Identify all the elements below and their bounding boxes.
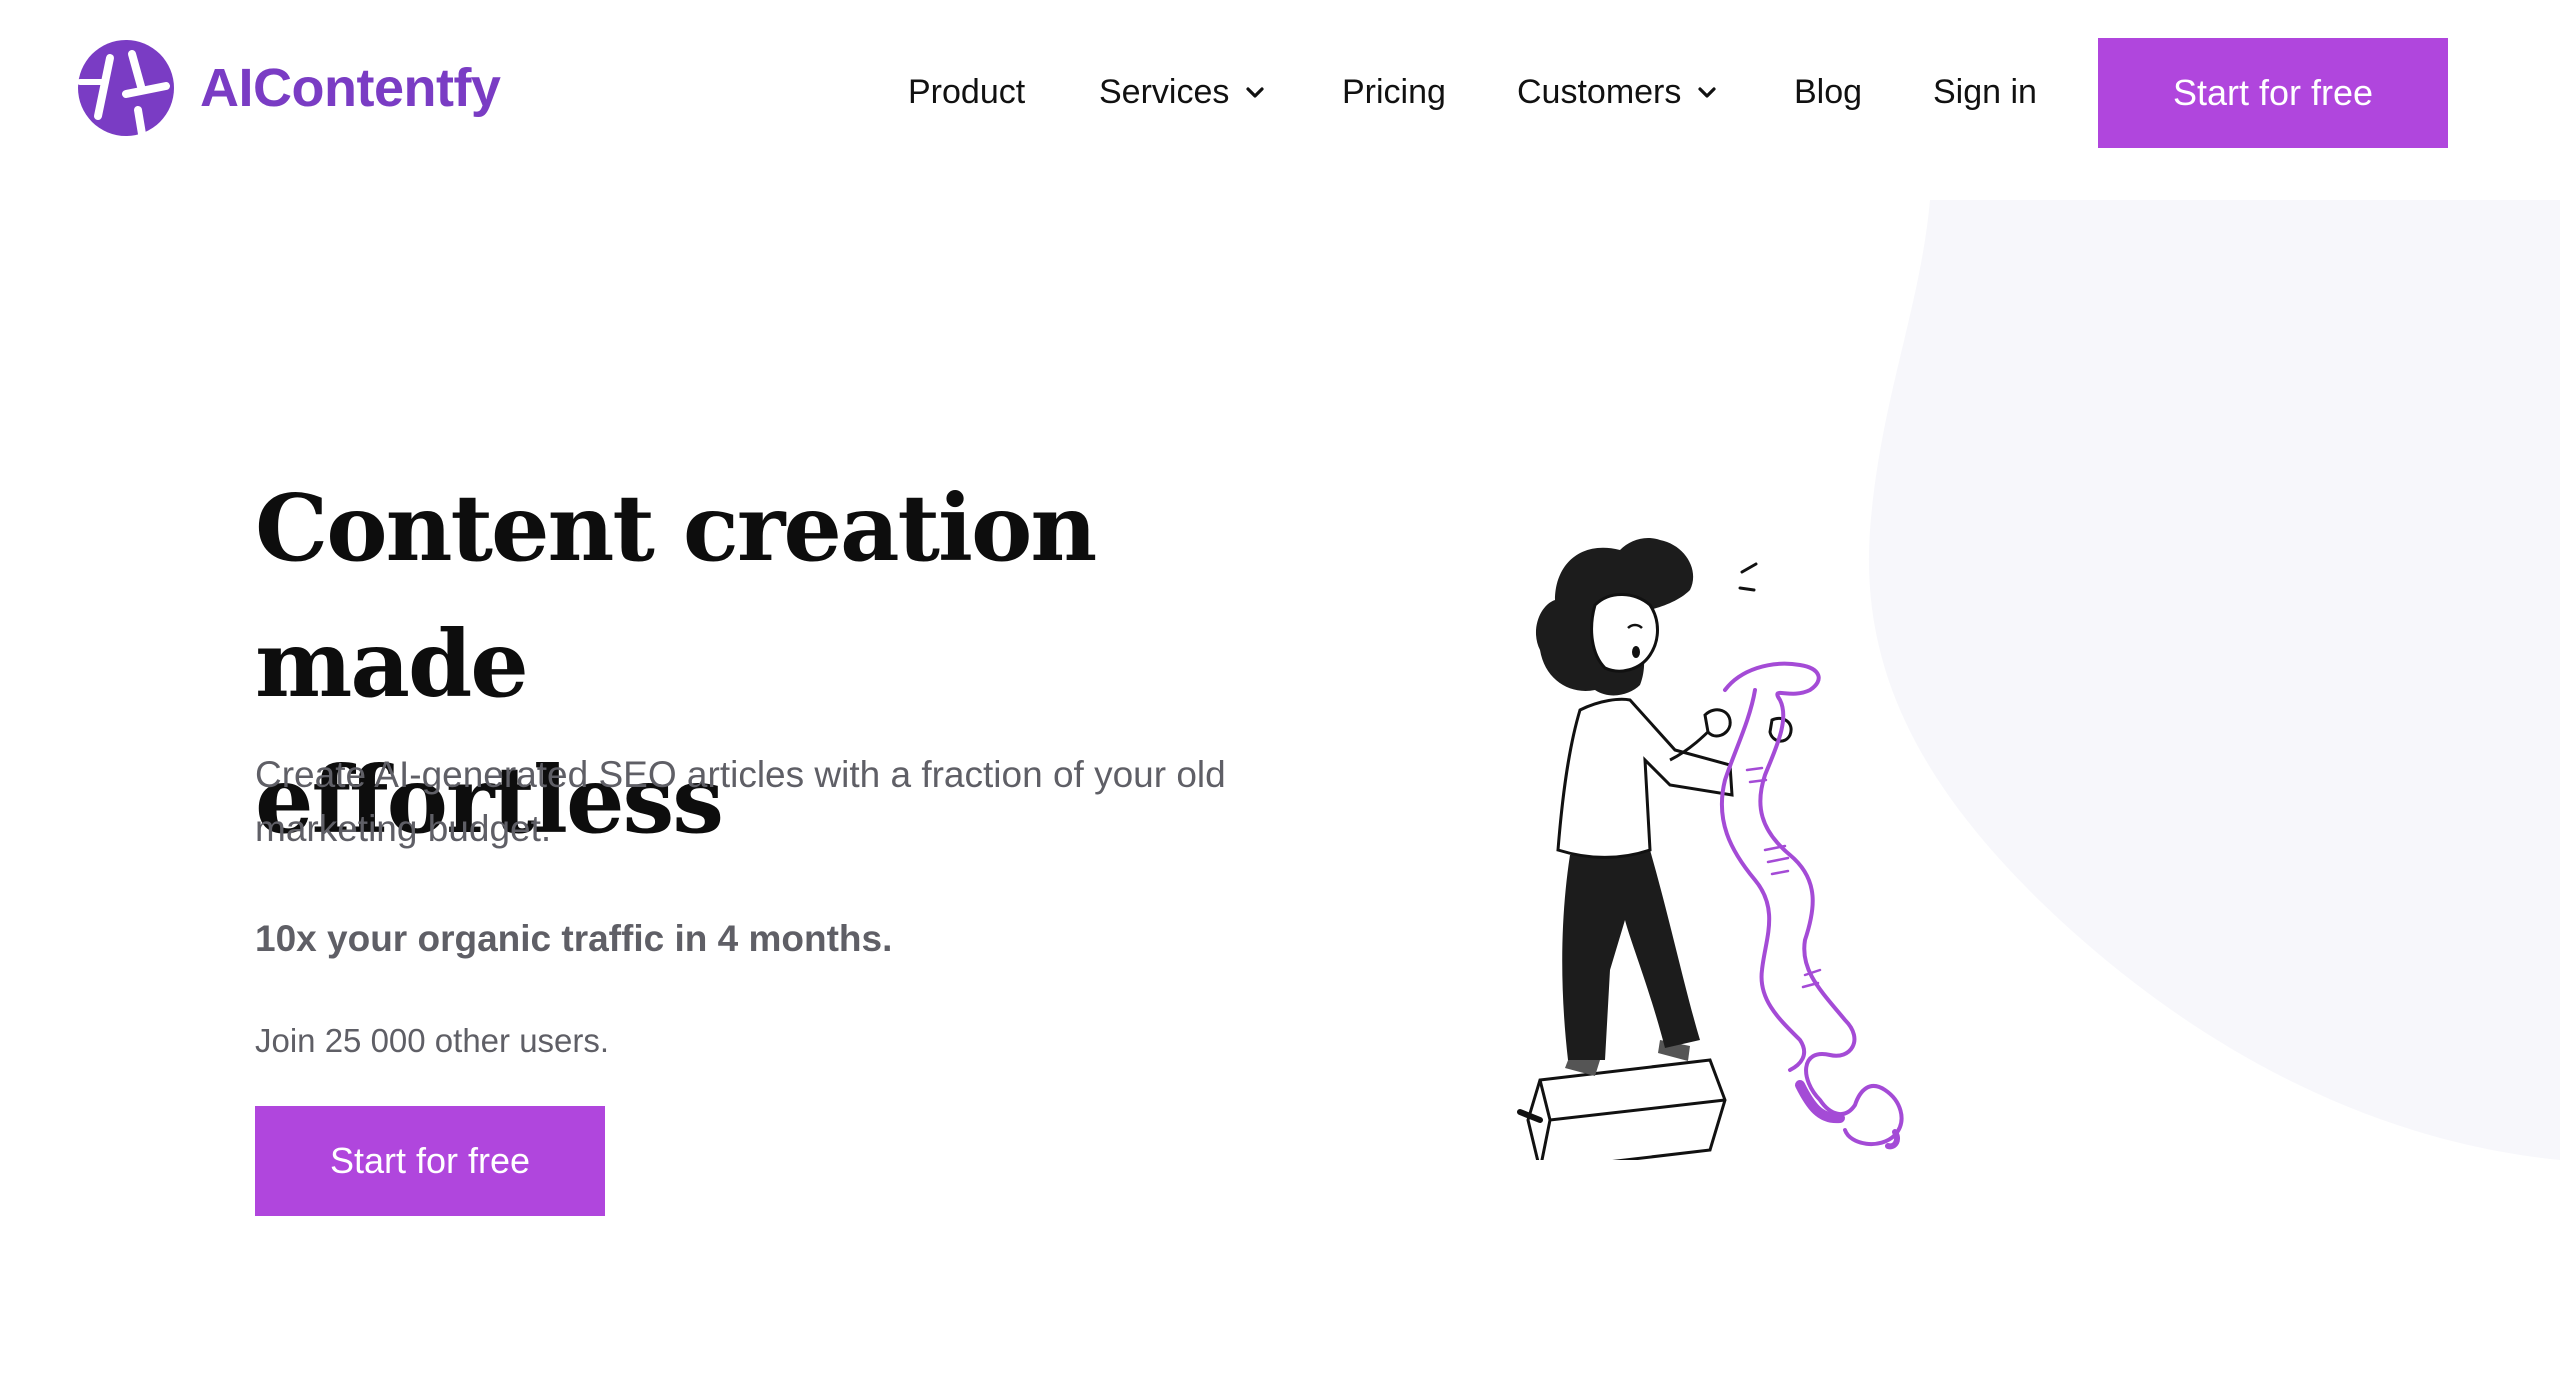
woman-reading-scroll-illustration	[1517, 538, 1904, 1160]
hero-start-free-button[interactable]: Start for free	[255, 1106, 605, 1216]
nav-item-customers[interactable]: Customers	[1517, 60, 1719, 124]
logo-link[interactable]: AIContentfy	[76, 38, 501, 138]
nav-item-label: Services	[1099, 72, 1230, 111]
nav-item-sign-in[interactable]: Sign in	[1933, 60, 2037, 124]
nav-item-product[interactable]: Product	[908, 60, 1025, 124]
brand-name: AIContentfy	[200, 58, 501, 118]
nav-item-blog[interactable]: Blog	[1794, 60, 1862, 124]
nav-item-pricing[interactable]: Pricing	[1342, 60, 1446, 124]
nav-item-label: Sign in	[1933, 72, 2037, 111]
nav-item-label: Product	[908, 72, 1026, 111]
page: AIContentfy Product Services Pricing Cus…	[0, 0, 2560, 1392]
hero-highlight: 10x your organic traffic in 4 months.	[255, 918, 893, 959]
nav-item-label: Pricing	[1342, 72, 1446, 111]
nav-item-services[interactable]: Services	[1099, 60, 1267, 124]
nav-item-label: Customers	[1517, 72, 1682, 111]
social-proof: Join 25 000 other users.	[255, 1022, 610, 1059]
header-start-free-button[interactable]: Start for free	[2098, 38, 2448, 148]
chevron-down-icon	[1246, 87, 1264, 98]
aicontentfy-logo-icon	[77, 40, 174, 138]
hero-title-line-1: Content creation made	[255, 474, 1097, 718]
chevron-down-icon	[1698, 87, 1716, 98]
hero-subtitle: Create AI-generated SEO articles with a …	[255, 754, 1226, 849]
site-header: AIContentfy Product Services Pricing Cus…	[0, 0, 2560, 190]
nav-item-label: Blog	[1794, 72, 1863, 111]
